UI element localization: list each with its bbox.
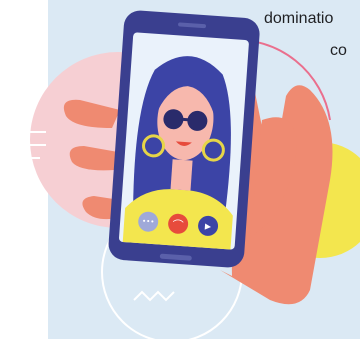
more-dots-icon: •••	[142, 217, 155, 226]
zigzag-decoration	[133, 290, 175, 302]
video-call-illustration: ••• ⌒ ▶	[10, 10, 360, 339]
neck	[170, 159, 193, 191]
caption-text-line-2: co	[330, 42, 347, 59]
caption-text-line-1: dominatio	[264, 10, 334, 27]
end-call-icon: ⌒	[172, 218, 184, 232]
